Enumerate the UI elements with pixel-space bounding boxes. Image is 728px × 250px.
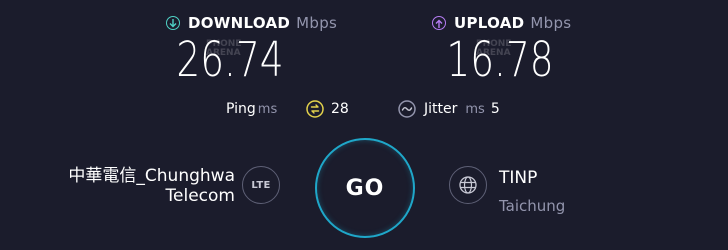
go-button[interactable]: GO [315,138,415,238]
server-location[interactable]: Taichung [499,197,565,215]
jitter-wave-icon [398,100,416,122]
upload-label: UPLOAD [454,14,525,32]
globe-icon [449,166,487,204]
provider-name-line2: Telecom [165,186,235,206]
provider-name-line1: 中華電信_Chunghwa [68,166,235,186]
jitter-unit: ms [465,101,485,117]
lte-icon: LTE [242,166,280,204]
server-name[interactable]: TINP [499,168,537,188]
ping-arrows-icon [306,100,324,122]
jitter-group: Jitter ms 5 [424,101,500,117]
download-unit: Mbps [296,14,338,32]
download-label: DOWNLOAD [188,14,291,32]
jitter-label: Jitter [424,101,458,117]
upload-watermark: PHONE ARENA [476,40,511,58]
download-watermark: PHONE ARENA [206,40,241,58]
ping-value: 28 [331,101,349,117]
upload-arrow-icon [432,16,446,30]
upload-unit: Mbps [530,14,572,32]
upload-header: UPLOAD Mbps [432,14,571,32]
watermark-line2: ARENA [476,48,511,58]
download-header: DOWNLOAD Mbps [166,14,337,32]
watermark-line2: ARENA [206,48,241,58]
provider-name[interactable]: 中華電信_Chunghwa Telecom [68,166,235,206]
jitter-value: 5 [490,101,500,117]
download-arrow-icon [166,16,180,30]
go-label: GO [345,175,385,201]
ping-group: Ping ms [226,101,277,117]
network-type: LTE [251,179,271,191]
ping-label: Ping [226,101,256,117]
ping-unit: ms [257,101,278,117]
